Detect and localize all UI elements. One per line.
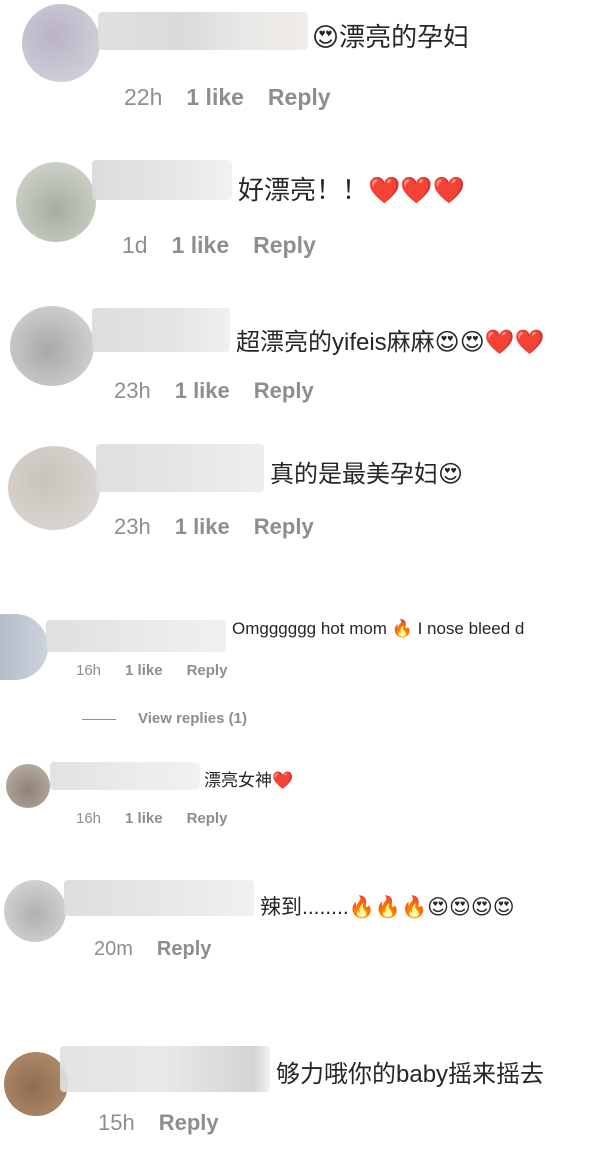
comment-item: 漂亮女神❤️ 16h 1 like Reply [0,756,600,856]
comment-text: 真的是最美孕妇😍 [270,461,464,488]
reply-button[interactable]: Reply [187,810,228,827]
reply-button[interactable]: Reply [187,662,228,679]
comment-time: 20m [94,938,133,960]
blurred-username [50,762,200,790]
like-count[interactable]: 1 like [125,662,163,679]
avatar[interactable] [4,880,66,942]
comment-item: 好漂亮！！❤️❤️❤️ 1d 1 like Reply [0,150,600,290]
divider-line [82,718,116,720]
comment-meta: 22h 1 like Reply [124,84,355,111]
comment-meta: 23h 1 like Reply [114,514,338,540]
avatar[interactable] [8,446,100,530]
avatar[interactable] [16,162,96,242]
reply-button[interactable]: Reply [254,514,314,539]
comment-meta: 1d 1 like Reply [122,232,340,259]
comment-meta: 15h Reply [98,1110,243,1136]
comment-item: 够力哦你的baby摇来摇去 15h Reply [0,1040,600,1160]
comment-item: 辣到........🔥🔥🔥😍😍😍😍 20m Reply [0,872,600,992]
like-count[interactable]: 1 like [175,378,230,403]
comment-meta: 23h 1 like Reply [114,378,338,404]
comment-time: 23h [114,378,151,403]
comment-time: 15h [98,1110,135,1135]
blurred-username [96,444,264,492]
view-replies-button[interactable]: View replies (1) [82,710,247,727]
avatar[interactable] [10,306,94,386]
avatar[interactable] [22,4,100,82]
like-count[interactable]: 1 like [175,514,230,539]
like-count[interactable]: 1 like [172,232,230,258]
comment-text: 超漂亮的yifeis麻麻😍😍❤️❤️ [236,329,545,356]
blurred-username [92,308,230,352]
avatar[interactable] [0,614,48,680]
blurred-username [60,1046,270,1092]
like-count[interactable]: 1 like [125,810,163,827]
view-replies-label: View replies (1) [138,710,247,727]
comment-meta: 20m Reply [94,938,235,961]
reply-button[interactable]: Reply [268,84,331,110]
comment-time: 23h [114,514,151,539]
comment-text: Omgggggg hot mom 🔥 I nose bleed d [232,619,525,638]
comment-time: 16h [76,662,102,679]
avatar[interactable] [4,1052,68,1116]
comment-text: 辣到........🔥🔥🔥😍😍😍😍 [260,896,515,919]
blurred-username [98,12,308,50]
avatar[interactable] [6,764,50,808]
blurred-username [64,880,254,916]
comment-meta: 16h 1 like Reply [76,662,251,679]
comment-text: 😍漂亮的孕妇 [312,22,470,52]
comment-text: 好漂亮！！❤️❤️❤️ [238,175,466,205]
comment-meta: 16h 1 like Reply [76,810,251,827]
comment-time: 22h [124,84,163,110]
comment-text: 够力哦你的baby摇来摇去 [276,1061,545,1088]
comment-time: 16h [76,810,102,827]
reply-button[interactable]: Reply [157,938,211,960]
comment-item: 😍漂亮的孕妇 22h 1 like Reply [0,0,600,140]
like-count[interactable]: 1 like [186,84,244,110]
comment-text: 漂亮女神❤️ [204,771,294,790]
reply-button[interactable]: Reply [159,1110,219,1135]
reply-button[interactable]: Reply [254,378,314,403]
comment-item: Omgggggg hot mom 🔥 I nose bleed d 16h 1 l… [0,604,600,744]
comment-item: 真的是最美孕妇😍 23h 1 like Reply [0,440,600,570]
blurred-username [46,620,226,652]
reply-button[interactable]: Reply [253,232,316,258]
comment-item: 超漂亮的yifeis麻麻😍😍❤️❤️ 23h 1 like Reply [0,300,600,430]
comment-time: 1d [122,232,148,258]
blurred-username [92,160,232,200]
